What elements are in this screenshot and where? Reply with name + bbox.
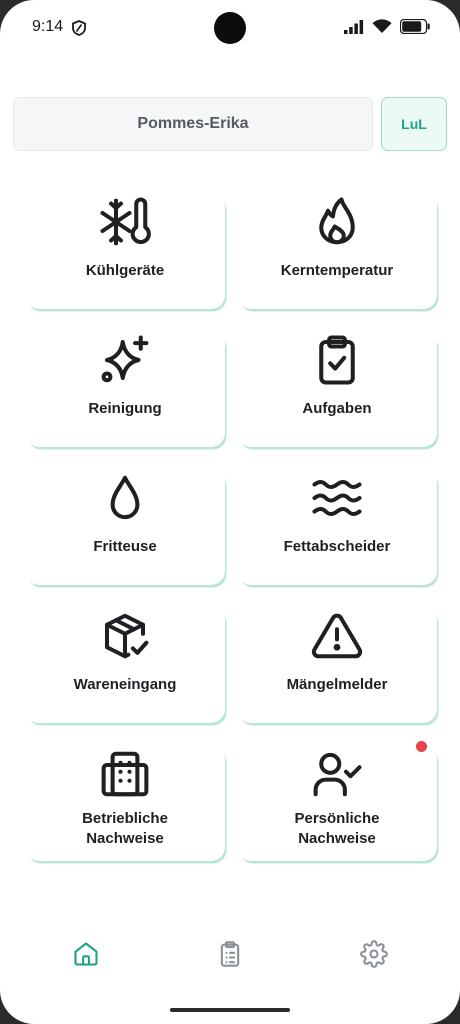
wifi-icon bbox=[372, 19, 392, 33]
clipboard-list-icon bbox=[220, 941, 240, 967]
tile-wareneingang[interactable]: Wareneingang bbox=[25, 607, 225, 723]
header: Pommes-Erika LuL bbox=[13, 97, 447, 153]
battery-icon bbox=[400, 19, 430, 34]
tile-reinigung[interactable]: Reinigung bbox=[25, 331, 225, 447]
clipboard-check-icon bbox=[319, 335, 355, 385]
warning-triangle-icon bbox=[311, 613, 363, 659]
store-name: Pommes-Erika bbox=[137, 115, 249, 132]
tile-label: Kerntemperatur bbox=[280, 262, 394, 279]
tile-label: Fritteuse bbox=[93, 538, 157, 555]
tile-kerntemperatur[interactable]: Kerntemperatur bbox=[237, 193, 437, 309]
snowflake-thermometer-icon bbox=[100, 197, 151, 246]
gear-icon bbox=[360, 940, 388, 968]
tile-fettabscheider[interactable]: Fettabscheider bbox=[237, 469, 437, 585]
notification-dot bbox=[416, 741, 427, 752]
building-icon bbox=[101, 751, 149, 797]
package-check-icon bbox=[104, 613, 149, 659]
tile-maengelmelder[interactable]: Mängelmelder bbox=[237, 607, 437, 723]
tile-label-line2: Nachweise bbox=[86, 830, 164, 847]
tile-persoenliche-nachweise[interactable]: Persönliche Nachweise bbox=[237, 745, 437, 861]
status-bar: 9:14 bbox=[0, 0, 460, 56]
tile-label: Mängelmelder bbox=[286, 676, 388, 693]
tile-betriebliche-nachweise[interactable]: Betriebliche Nachweise bbox=[25, 745, 225, 861]
signal-icon bbox=[344, 19, 364, 34]
tile-label: Fettabscheider bbox=[283, 538, 391, 555]
user-initials: LuL bbox=[401, 116, 427, 132]
droplet-icon bbox=[110, 475, 140, 520]
flame-icon bbox=[319, 197, 355, 245]
store-selector[interactable]: Pommes-Erika bbox=[13, 97, 373, 151]
tile-label: Aufgaben bbox=[302, 400, 372, 417]
tile-kuehlgeraete[interactable]: Kühlgeräte bbox=[25, 193, 225, 309]
home-indicator[interactable] bbox=[170, 1008, 290, 1012]
shield-icon bbox=[72, 20, 86, 36]
camera-cutout bbox=[214, 12, 246, 44]
nav-tasks[interactable] bbox=[210, 934, 250, 974]
tile-label-line1: Persönliche bbox=[294, 810, 380, 827]
tile-fritteuse[interactable]: Fritteuse bbox=[25, 469, 225, 585]
nav-settings[interactable] bbox=[354, 934, 394, 974]
tile-label-line1: Betriebliche bbox=[82, 810, 168, 827]
waves-icon bbox=[312, 479, 362, 517]
user-check-icon bbox=[313, 752, 362, 797]
phone-screen: 9:14 Pommes-Erika LuL Kühlgeräte Kerntem… bbox=[0, 0, 460, 1024]
tile-label: Wareneingang bbox=[73, 676, 177, 693]
home-icon bbox=[74, 942, 98, 966]
tile-label: Kühlgeräte bbox=[85, 262, 165, 279]
bottom-nav bbox=[0, 920, 460, 990]
nav-home[interactable] bbox=[66, 934, 106, 974]
status-time: 9:14 bbox=[32, 18, 64, 35]
tile-aufgaben[interactable]: Aufgaben bbox=[237, 331, 437, 447]
user-badge[interactable]: LuL bbox=[381, 97, 447, 151]
tile-label: Reinigung bbox=[88, 400, 162, 417]
sparkles-icon bbox=[101, 335, 149, 383]
tile-label-line2: Nachweise bbox=[298, 830, 376, 847]
